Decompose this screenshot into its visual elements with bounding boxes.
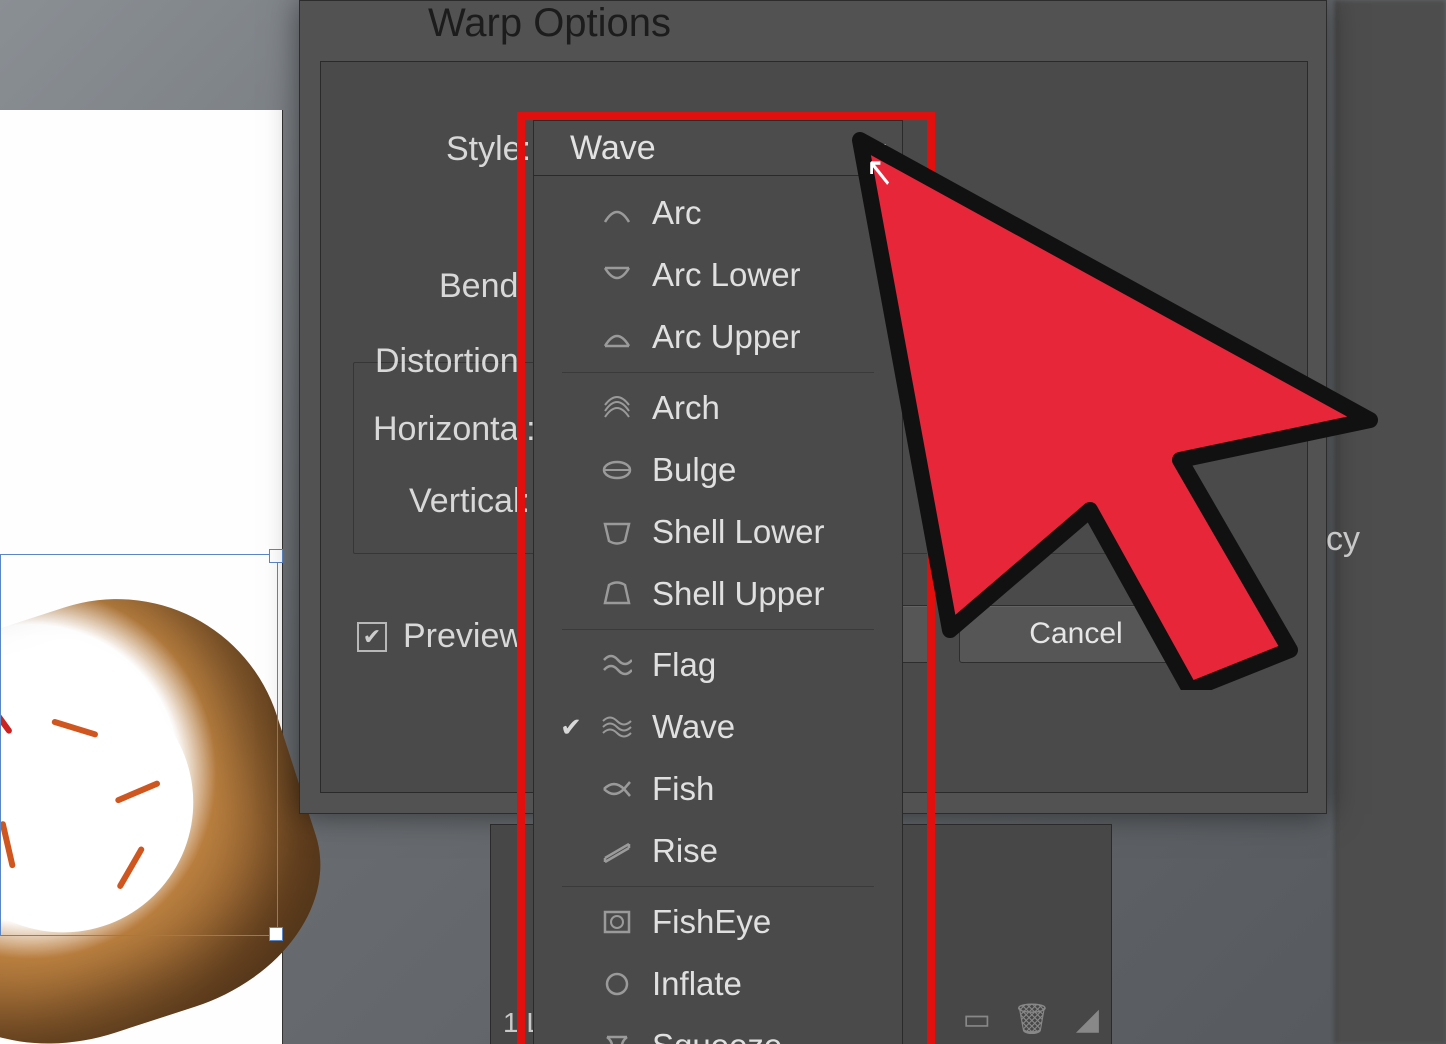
style-option-flag[interactable]: Flag [534, 634, 902, 696]
style-option-shell-lower[interactable]: Shell Lower [534, 501, 902, 563]
bulge-icon [600, 455, 634, 485]
style-dropdown-list: Arc Arc Lower Arc Upper Arch Bulge Shell Lowe… [534, 176, 902, 1044]
label-distortion: Distortion [375, 342, 519, 381]
style-option-rise[interactable]: Rise [534, 820, 902, 882]
arc-upper-icon [600, 322, 634, 352]
app-stage: 1 La ▭ 🗑 ◢ Warp Options Style: Bend: Dis… [0, 0, 1446, 1044]
preview-checkbox-wrap[interactable]: ✔ Preview [357, 617, 524, 656]
style-dropdown[interactable]: Wave Arc Arc Lower Arc Upper Arch Bulge Shell… [533, 120, 903, 1044]
chevron-down-icon [872, 144, 886, 153]
selection-handle[interactable] [269, 549, 283, 563]
style-option-wave[interactable]: ✔ Wave [534, 696, 902, 758]
flag-icon [600, 650, 634, 680]
document-canvas[interactable] [0, 110, 283, 1044]
arch-icon [600, 393, 634, 423]
style-option-inflate[interactable]: Inflate [534, 953, 902, 1015]
check-icon: ✔ [560, 712, 582, 743]
squeeze-icon [600, 1031, 634, 1044]
label-horizontal: Horizontal: [373, 410, 536, 449]
arc-lower-icon [600, 260, 634, 290]
new-layer-icon[interactable]: ▭ [963, 1002, 991, 1037]
style-dropdown-selected[interactable]: Wave [534, 121, 902, 176]
inflate-icon [600, 969, 634, 999]
preview-label: Preview [403, 617, 524, 656]
dropdown-separator [562, 886, 874, 887]
style-option-fisheye[interactable]: FishEye [534, 891, 902, 953]
style-option-shell-upper[interactable]: Shell Upper [534, 563, 902, 625]
style-option-label: Rise [652, 832, 718, 870]
style-option-arc-upper[interactable]: Arc Upper [534, 306, 902, 368]
style-option-arch[interactable]: Arch [534, 377, 902, 439]
collapse-icon[interactable]: ◢ [1076, 1002, 1099, 1037]
label-cy: cy [1326, 520, 1446, 559]
label-bend: Bend: [439, 267, 528, 306]
cancel-button[interactable]: Cancel [959, 605, 1193, 663]
dropdown-separator [562, 629, 874, 630]
style-option-label: Inflate [652, 965, 742, 1003]
style-option-label: Wave [652, 708, 735, 746]
style-option-label: Bulge [652, 451, 736, 489]
style-option-label: Arch [652, 389, 720, 427]
selection-bounding-box[interactable] [0, 554, 278, 936]
preview-checkbox[interactable]: ✔ [357, 622, 387, 652]
selection-handle[interactable] [269, 927, 283, 941]
label-style: Style: [446, 130, 531, 169]
label-vertical: Vertical: [409, 482, 530, 521]
wave-icon [600, 712, 634, 742]
arc-icon [600, 198, 634, 228]
style-option-label: Arc Upper [652, 318, 801, 356]
style-option-label: Shell Lower [652, 513, 824, 551]
style-option-label: Flag [652, 646, 716, 684]
style-selected-text: Wave [570, 129, 656, 168]
style-option-bulge[interactable]: Bulge [534, 439, 902, 501]
style-option-arc-lower[interactable]: Arc Lower [534, 244, 902, 306]
style-option-label: Squeeze [652, 1027, 782, 1044]
style-option-label: Arc [652, 194, 702, 232]
shell-lower-icon [600, 517, 634, 547]
style-option-squeeze[interactable]: Squeeze [534, 1015, 902, 1044]
dropdown-separator [562, 372, 874, 373]
style-option-label: Shell Upper [652, 575, 824, 613]
shell-upper-icon [600, 579, 634, 609]
style-option-label: FishEye [652, 903, 771, 941]
fish-icon [600, 774, 634, 804]
style-option-fish[interactable]: Fish [534, 758, 902, 820]
dialog-title: Warp Options [428, 1, 671, 46]
rise-icon [600, 836, 634, 866]
style-option-label: Arc Lower [652, 256, 801, 294]
style-option-label: Fish [652, 770, 714, 808]
trash-icon[interactable]: 🗑 [1013, 1002, 1051, 1037]
style-option-arc[interactable]: Arc [534, 182, 902, 244]
fisheye-icon [600, 907, 634, 937]
